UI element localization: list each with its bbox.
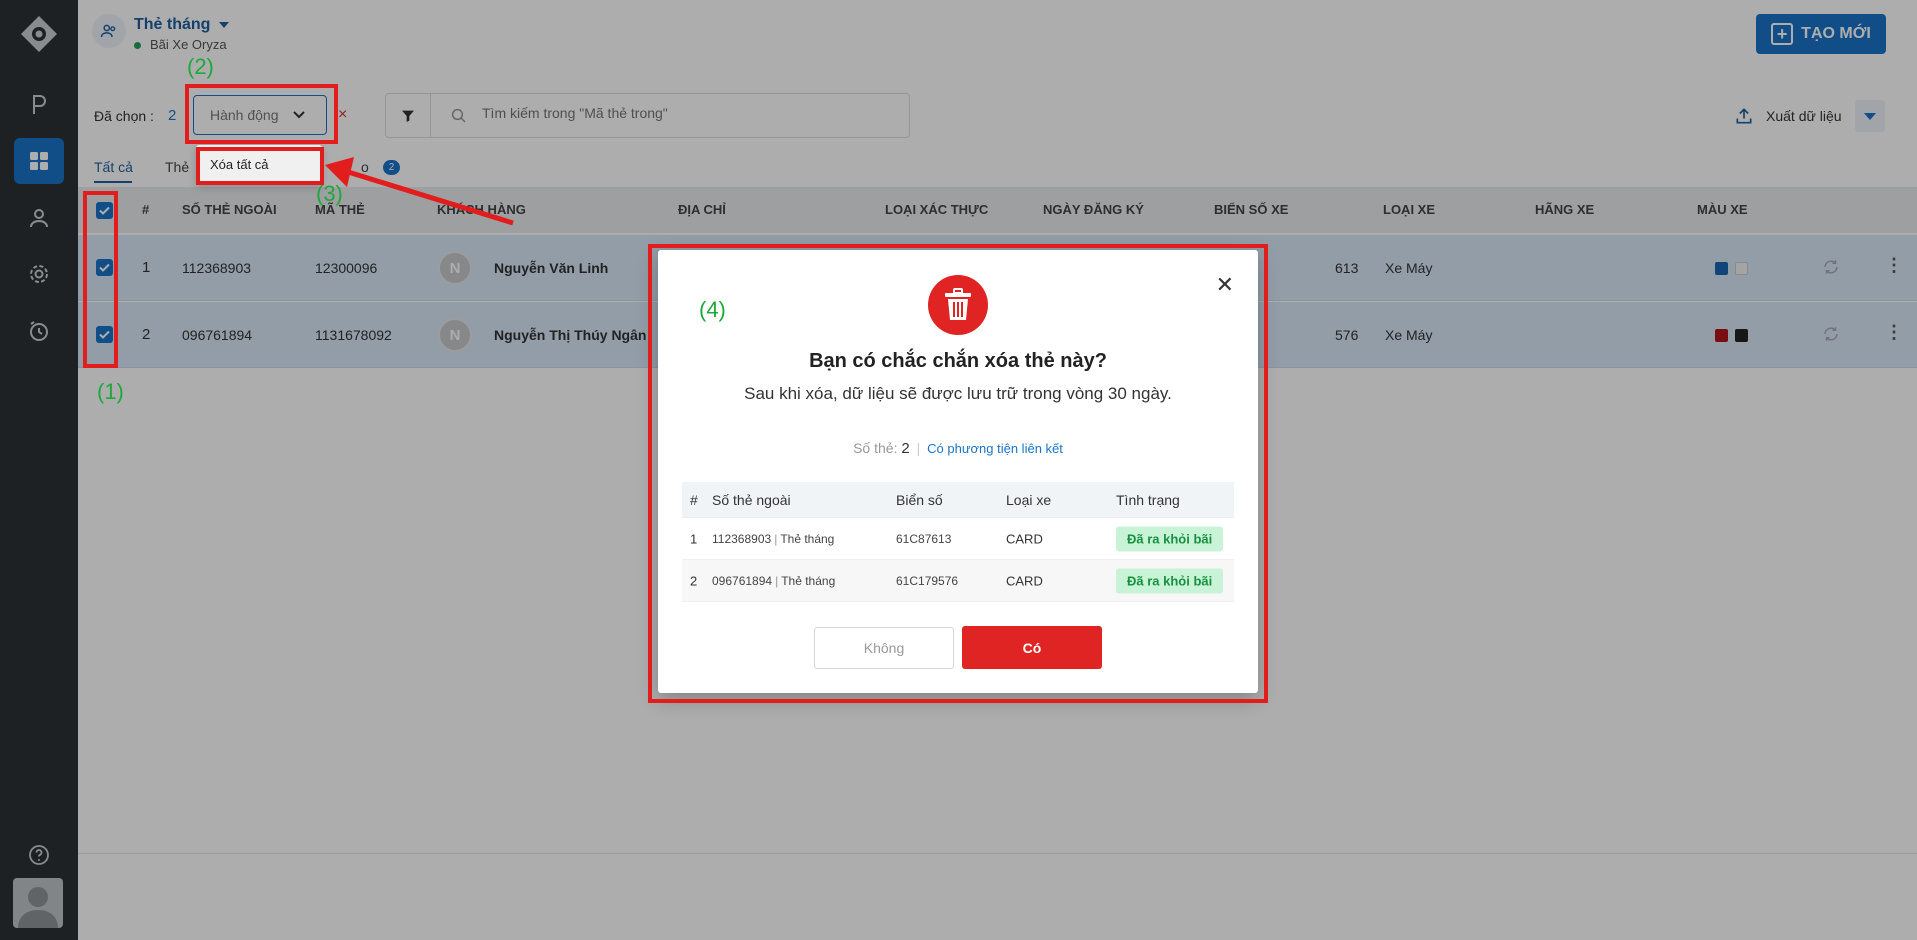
- annotation-box-2: [185, 84, 338, 144]
- annotation-box-4: [648, 244, 1268, 703]
- annotation-label-1: (1): [97, 379, 124, 404]
- annotation-box-1: [83, 191, 118, 368]
- annotation-label-4: (4): [699, 297, 726, 322]
- annotation-label-3: (3): [316, 181, 343, 206]
- annotation-label-2: (2): [187, 54, 214, 79]
- annotation-box-3: [196, 147, 324, 185]
